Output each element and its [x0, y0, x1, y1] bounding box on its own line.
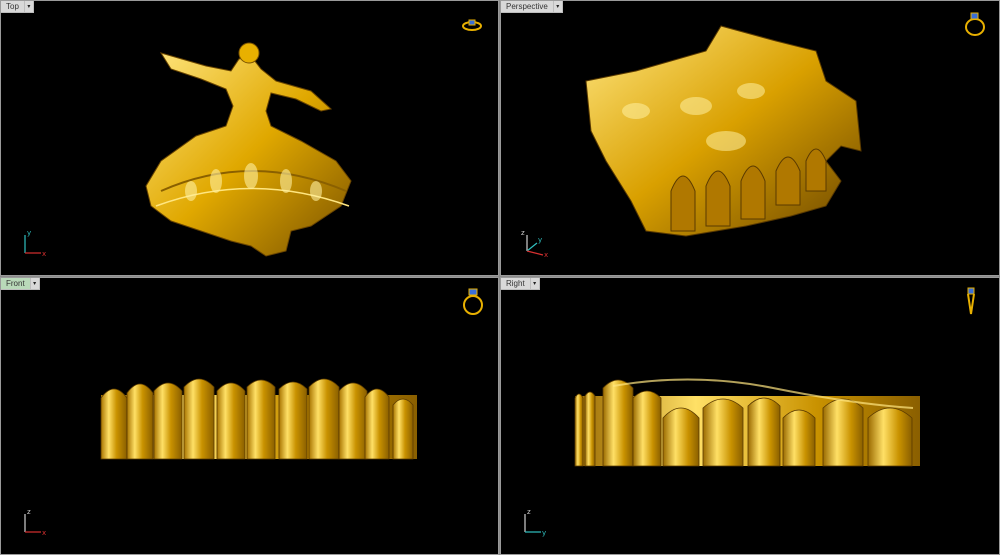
- axis-gizmo-icon: y x: [21, 223, 51, 258]
- viewport-label: Top: [1, 1, 25, 13]
- viewport-label: Front: [1, 278, 31, 290]
- axis-label-b: x: [42, 529, 46, 537]
- axis-label-a: z: [27, 508, 31, 516]
- dropdown-arrow-icon[interactable]: ▾: [30, 278, 40, 290]
- axis-label-b: y: [542, 529, 546, 537]
- viewport-label: Perspective: [501, 1, 554, 13]
- axis-label-c: x: [544, 251, 548, 259]
- axis-gizmo-icon: z x: [21, 502, 51, 537]
- axis-gizmo-icon: z y x: [521, 223, 551, 259]
- dancer-figure-perspective[interactable]: [576, 21, 876, 251]
- dancer-figure-right[interactable]: [573, 378, 923, 468]
- viewport-top[interactable]: Top ▾ y x: [0, 0, 499, 276]
- dropdown-arrow-icon[interactable]: ▾: [530, 278, 540, 290]
- dropdown-arrow-icon[interactable]: ▾: [553, 1, 563, 13]
- dancer-figure-front[interactable]: [99, 373, 419, 463]
- dancer-figure-top[interactable]: [121, 31, 381, 261]
- viewport-tab-top[interactable]: Top ▾: [1, 1, 34, 13]
- axis-label-b: y: [538, 236, 542, 244]
- ring-view-icon[interactable]: [461, 17, 483, 31]
- ring-view-icon[interactable]: [965, 286, 977, 316]
- ring-view-icon[interactable]: [461, 286, 485, 316]
- viewport-perspective[interactable]: Perspective ▾ z y x: [500, 0, 1000, 276]
- axis-gizmo-icon: z y: [521, 502, 551, 537]
- viewport-front[interactable]: Front ▾ z x: [0, 277, 499, 555]
- ring-view-icon[interactable]: [963, 11, 987, 37]
- axis-label-a: y: [27, 229, 31, 237]
- axis-label-a: z: [527, 508, 531, 516]
- viewport-tab-front[interactable]: Front ▾: [1, 278, 40, 290]
- viewport-right[interactable]: Right ▾ z y: [500, 277, 1000, 555]
- dropdown-arrow-icon[interactable]: ▾: [24, 1, 34, 13]
- axis-label-a: z: [521, 229, 525, 237]
- viewport-tab-perspective[interactable]: Perspective ▾: [501, 1, 563, 13]
- viewport-label: Right: [501, 278, 531, 290]
- viewport-tab-right[interactable]: Right ▾: [501, 278, 540, 290]
- axis-label-b: x: [42, 250, 46, 258]
